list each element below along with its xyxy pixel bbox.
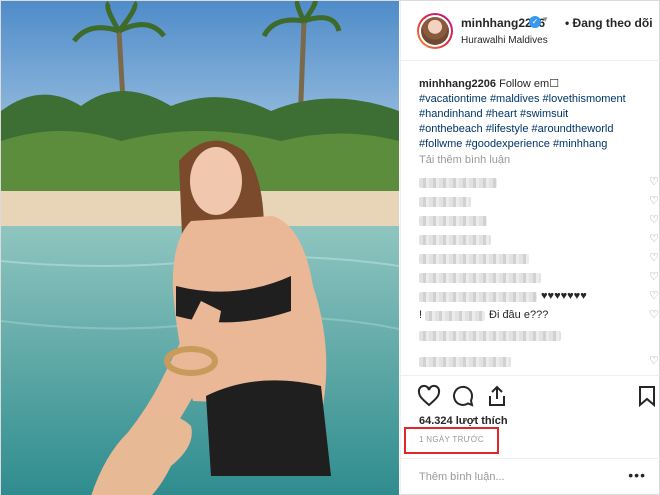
more-options-icon[interactable]: •••: [628, 467, 646, 483]
blurred-comment: [419, 216, 487, 226]
blurred-comment: [419, 273, 541, 283]
post-timestamp[interactable]: 1 NGÀY TRƯỚC: [419, 435, 484, 444]
bookmark-icon[interactable]: [635, 384, 659, 408]
blurred-comment: [419, 235, 491, 245]
follow-status[interactable]: • Đang theo dõi: [565, 16, 653, 30]
comment-text: Đi đâu e???: [489, 309, 549, 321]
likes-count[interactable]: 64.324 lượt thích: [419, 415, 508, 427]
load-more-comments[interactable]: Tải thêm bình luận: [419, 154, 510, 166]
heart-icon[interactable]: ♡: [649, 194, 659, 207]
comment-row: ♡: [419, 213, 659, 229]
comment-row: ! Đi đâu e??? ♡: [419, 308, 659, 324]
comment-row: ♡: [419, 175, 659, 191]
hashtag[interactable]: #heart: [486, 108, 517, 120]
hashtag[interactable]: #lovethismoment: [543, 93, 626, 105]
comment-row: ♡: [419, 251, 659, 267]
share-icon[interactable]: [485, 384, 509, 408]
blurred-comment: [419, 197, 471, 207]
comment-text: ♥♥♥♥♥♥♥: [541, 290, 587, 302]
hashtag[interactable]: #minhhang: [553, 138, 607, 150]
avatar-image: [421, 17, 449, 45]
comment-row: ♡: [419, 354, 659, 370]
blurred-comment: [419, 331, 561, 341]
heart-icon[interactable]: ♡: [649, 354, 659, 367]
hashtag[interactable]: #onthebeach: [419, 123, 483, 135]
comment-row: ♡: [419, 194, 659, 210]
avatar-ring: [419, 15, 451, 47]
beach-photo: [1, 1, 399, 495]
instagram-post: minhhang2206 ✓ ▾ • Đang theo dõi Hurawal…: [0, 0, 660, 495]
hashtag[interactable]: #handinhand: [419, 108, 483, 120]
blurred-comment: [419, 357, 511, 367]
hashtag[interactable]: #lifestyle: [486, 123, 529, 135]
heart-icon[interactable]: ♡: [649, 175, 659, 188]
comment-row: ♡: [419, 232, 659, 248]
action-bar: [401, 375, 660, 411]
heart-icon[interactable]: ♡: [649, 251, 659, 264]
heart-icon[interactable]: [417, 384, 441, 408]
blurred-comment: [419, 178, 497, 188]
verified-icon: ✓: [529, 16, 541, 28]
comment-username-initial: !: [419, 309, 423, 321]
hashtag[interactable]: #aroundtheworld: [532, 123, 614, 135]
heart-icon[interactable]: ♡: [649, 289, 659, 302]
heart-icon[interactable]: ♡: [649, 232, 659, 245]
chevron-down-icon[interactable]: ▾: [543, 14, 548, 25]
caption-text: Follow em☐: [499, 78, 560, 90]
blurred-comment: [419, 292, 537, 302]
post-caption: minhhang2206 Follow em☐ #vacationtime #m…: [419, 77, 659, 152]
post-side-panel: minhhang2206 ✓ ▾ • Đang theo dõi Hurawal…: [400, 1, 660, 495]
post-photo[interactable]: [1, 1, 399, 495]
hashtag[interactable]: #follwme: [419, 138, 462, 150]
comment-row: ♡: [419, 270, 659, 286]
blurred-comment: [425, 311, 485, 321]
comment-row: ♥♥♥♥♥♥♥ ♡: [419, 289, 659, 305]
heart-icon[interactable]: ♡: [649, 308, 659, 321]
hashtag[interactable]: #goodexperience: [465, 138, 549, 150]
caption-username[interactable]: minhhang2206: [419, 78, 496, 90]
hashtag[interactable]: #vacationtime: [419, 93, 487, 105]
add-comment-bar: •••: [401, 458, 660, 495]
hashtag[interactable]: #swimsuit: [520, 108, 568, 120]
heart-icon[interactable]: ♡: [649, 270, 659, 283]
comment-icon[interactable]: [451, 384, 475, 408]
location-link[interactable]: Hurawalhi Maldives: [461, 35, 548, 46]
post-header: minhhang2206 ✓ ▾ • Đang theo dõi Hurawal…: [401, 1, 660, 61]
blurred-comment: [419, 254, 529, 264]
avatar[interactable]: [417, 13, 453, 49]
comment-input[interactable]: [419, 469, 619, 485]
hashtag[interactable]: #maldives: [490, 93, 540, 105]
heart-icon[interactable]: ♡: [649, 213, 659, 226]
